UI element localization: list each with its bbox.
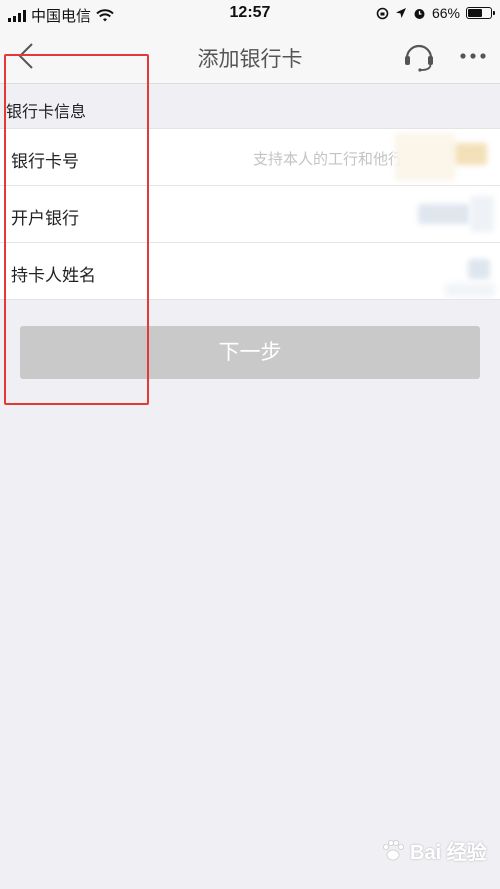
alarm-icon xyxy=(414,8,425,19)
paw-logo-icon xyxy=(383,839,404,860)
blurred-region xyxy=(445,283,495,297)
watermark-text: Bai 经验 xyxy=(410,842,487,864)
status-right: 66% xyxy=(376,5,495,21)
headset-icon[interactable] xyxy=(402,39,436,73)
blurred-region xyxy=(418,204,470,224)
annotation-highlight xyxy=(4,54,149,405)
status-bar: 中国电信 12:57 66% xyxy=(0,0,500,28)
watermark: Bai 经验 xyxy=(380,836,487,865)
more-dots-icon[interactable] xyxy=(458,40,488,72)
card-number-input[interactable]: 支持本人的工行和他行 xyxy=(253,148,403,169)
battery-percent: 66% xyxy=(431,5,460,21)
blurred-region xyxy=(395,133,455,181)
rotation-lock-icon xyxy=(376,7,389,19)
battery-icon xyxy=(466,7,495,19)
location-icon xyxy=(395,8,406,18)
blurred-region xyxy=(470,196,494,232)
battery-level xyxy=(468,9,482,17)
blurred-region xyxy=(455,143,487,165)
blurred-region xyxy=(468,259,490,279)
